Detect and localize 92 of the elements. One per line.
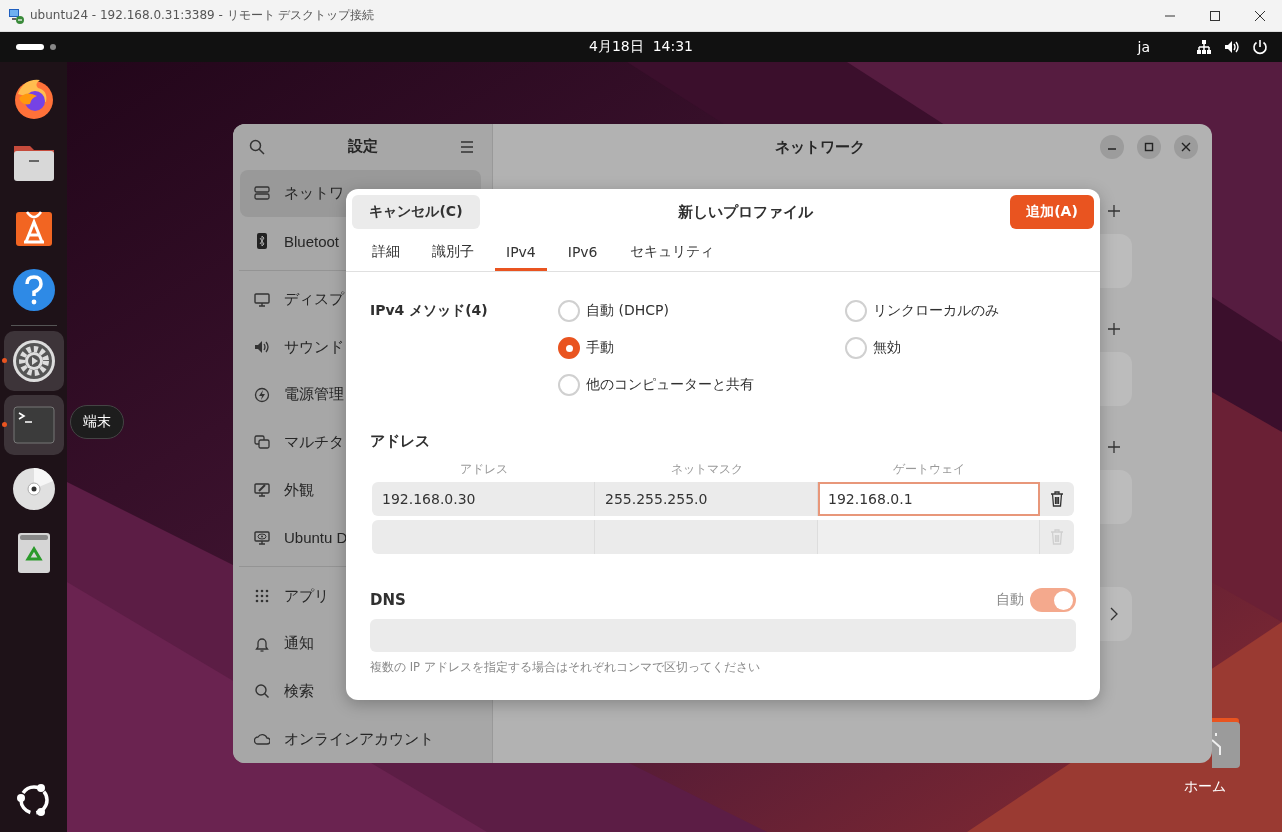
sidebar-label: ディスプ (284, 290, 344, 310)
address-cell[interactable] (595, 520, 818, 554)
cancel-button[interactable]: キャンセル(C) (352, 195, 480, 229)
method-label: IPv4 メソッド(4) (370, 301, 489, 320)
address-cell[interactable]: 192.168.0.30 (372, 482, 595, 516)
sidebar-item[interactable]: 外観 (240, 466, 320, 514)
tab[interactable]: IPv4 (495, 235, 547, 271)
section-heading: アドレス (370, 432, 431, 451)
search-icon (254, 683, 270, 700)
search-icon[interactable] (249, 138, 265, 155)
power-icon[interactable] (1252, 39, 1268, 55)
trash-icon[interactable] (1050, 491, 1064, 507)
radio-button[interactable] (558, 300, 580, 322)
sidebar-item[interactable]: オンラインアカウント (240, 715, 440, 763)
sidebar-item[interactable]: サウンド (240, 323, 350, 372)
radio-label[interactable]: 手動 (586, 339, 614, 357)
plus-icon[interactable] (1108, 323, 1120, 335)
address-cell[interactable]: 255.255.255.0 (595, 482, 818, 516)
radio-button[interactable] (558, 374, 580, 396)
radio-label[interactable]: 自動 (DHCP) (586, 302, 669, 320)
tab[interactable]: 識別子 (421, 235, 485, 271)
plus-icon[interactable] (1108, 441, 1120, 453)
add-button[interactable]: 追加(A) (1010, 195, 1094, 229)
address-cell[interactable]: 192.168.0.1 (818, 482, 1040, 516)
sidebar-label: オンラインアカウント (284, 729, 434, 749)
sidebar-label: 通知 (284, 634, 314, 654)
clock-text[interactable]: 4月18日 14:31 (589, 38, 693, 54)
input-method-indicator[interactable]: ja (1137, 39, 1150, 55)
apps-grid-icon (254, 588, 270, 605)
column-header: アドレス (458, 461, 509, 478)
section-heading: DNS (370, 591, 407, 609)
tab[interactable]: IPv6 (556, 235, 609, 271)
remote-desktop-icon (8, 7, 24, 24)
bluetooth-icon (254, 233, 270, 250)
column-header: ゲートウェイ (892, 461, 966, 478)
maximize-icon[interactable] (1144, 142, 1154, 152)
menu-icon[interactable] (460, 140, 474, 153)
page-title: ネットワーク (774, 137, 866, 157)
network-icon[interactable] (1196, 39, 1212, 55)
close-icon[interactable] (1253, 9, 1266, 22)
minimize-button[interactable] (1100, 135, 1124, 159)
dock-item-highlight[interactable] (3, 331, 64, 391)
sidebar-item[interactable]: ディスプ (240, 275, 350, 324)
chevron-right-icon (1110, 607, 1118, 621)
tab[interactable]: セキュリティ (618, 235, 725, 271)
toggle-label: 自動 (996, 591, 1024, 609)
sidebar-title: 設定 (347, 137, 378, 157)
radio-label[interactable]: 他のコンピューターと共有 (586, 376, 754, 394)
sidebar-label: Bluetoot (284, 232, 340, 250)
radio-button[interactable] (845, 337, 867, 359)
sidebar-label: アプリ (284, 586, 329, 606)
sidebar-label: ネットワ (284, 183, 344, 203)
address-cell[interactable] (818, 520, 1040, 554)
maximize-icon[interactable] (1208, 9, 1221, 22)
windows-icon (254, 434, 270, 451)
bell-icon (254, 635, 270, 652)
sidebar-item[interactable]: 電源管理 (240, 371, 350, 419)
close-button[interactable] (1174, 135, 1198, 159)
home-folder-icon[interactable] (1212, 718, 1240, 768)
sidebar-label: 電源管理 (284, 385, 344, 405)
tab[interactable]: 詳細 (361, 235, 411, 271)
close-icon[interactable] (1181, 142, 1191, 152)
display-brush-icon (254, 482, 270, 499)
sidebar-item[interactable]: 検索 (240, 667, 320, 716)
workspace-indicator[interactable] (16, 43, 56, 51)
sidebar-label: 検索 (284, 682, 314, 701)
cloud-icon (254, 731, 270, 748)
toggle-switch[interactable] (1030, 588, 1076, 612)
home-label[interactable]: ホーム (1184, 778, 1226, 796)
radio-button[interactable] (558, 337, 580, 359)
sidebar-item[interactable]: マルチタ (240, 418, 350, 467)
column-header: ネットマスク (669, 461, 744, 478)
display-icon (254, 291, 270, 308)
radio-label[interactable]: 無効 (873, 339, 901, 357)
power-icon (254, 386, 270, 403)
address-cell[interactable] (372, 520, 595, 554)
radio-label[interactable]: リンクローカルのみ (873, 302, 999, 320)
sidebar-label: マルチタ (284, 432, 344, 452)
maximize-button[interactable] (1137, 135, 1161, 159)
network-icon (254, 185, 270, 202)
plus-icon[interactable] (1108, 205, 1120, 217)
window-title: ubuntu24 - 192.168.0.31:3389 - リモート デスクトップ接続 (30, 7, 376, 24)
hint-text: 複数の IP アドレスを指定する場合はそれぞれコンマで区切ってください (370, 660, 761, 675)
sidebar-label: サウンド (284, 337, 344, 357)
sidebar-item[interactable]: 通知 (240, 620, 320, 668)
display-eye-icon (254, 529, 270, 546)
sidebar-item[interactable]: アプリ (240, 572, 335, 621)
radio-button[interactable] (845, 300, 867, 322)
dialog-title: 新しいプロファイル (676, 202, 814, 222)
sidebar-label: 外観 (284, 480, 314, 500)
sidebar-item[interactable]: Bluetoot (240, 217, 346, 265)
volume-icon[interactable] (1224, 39, 1240, 55)
